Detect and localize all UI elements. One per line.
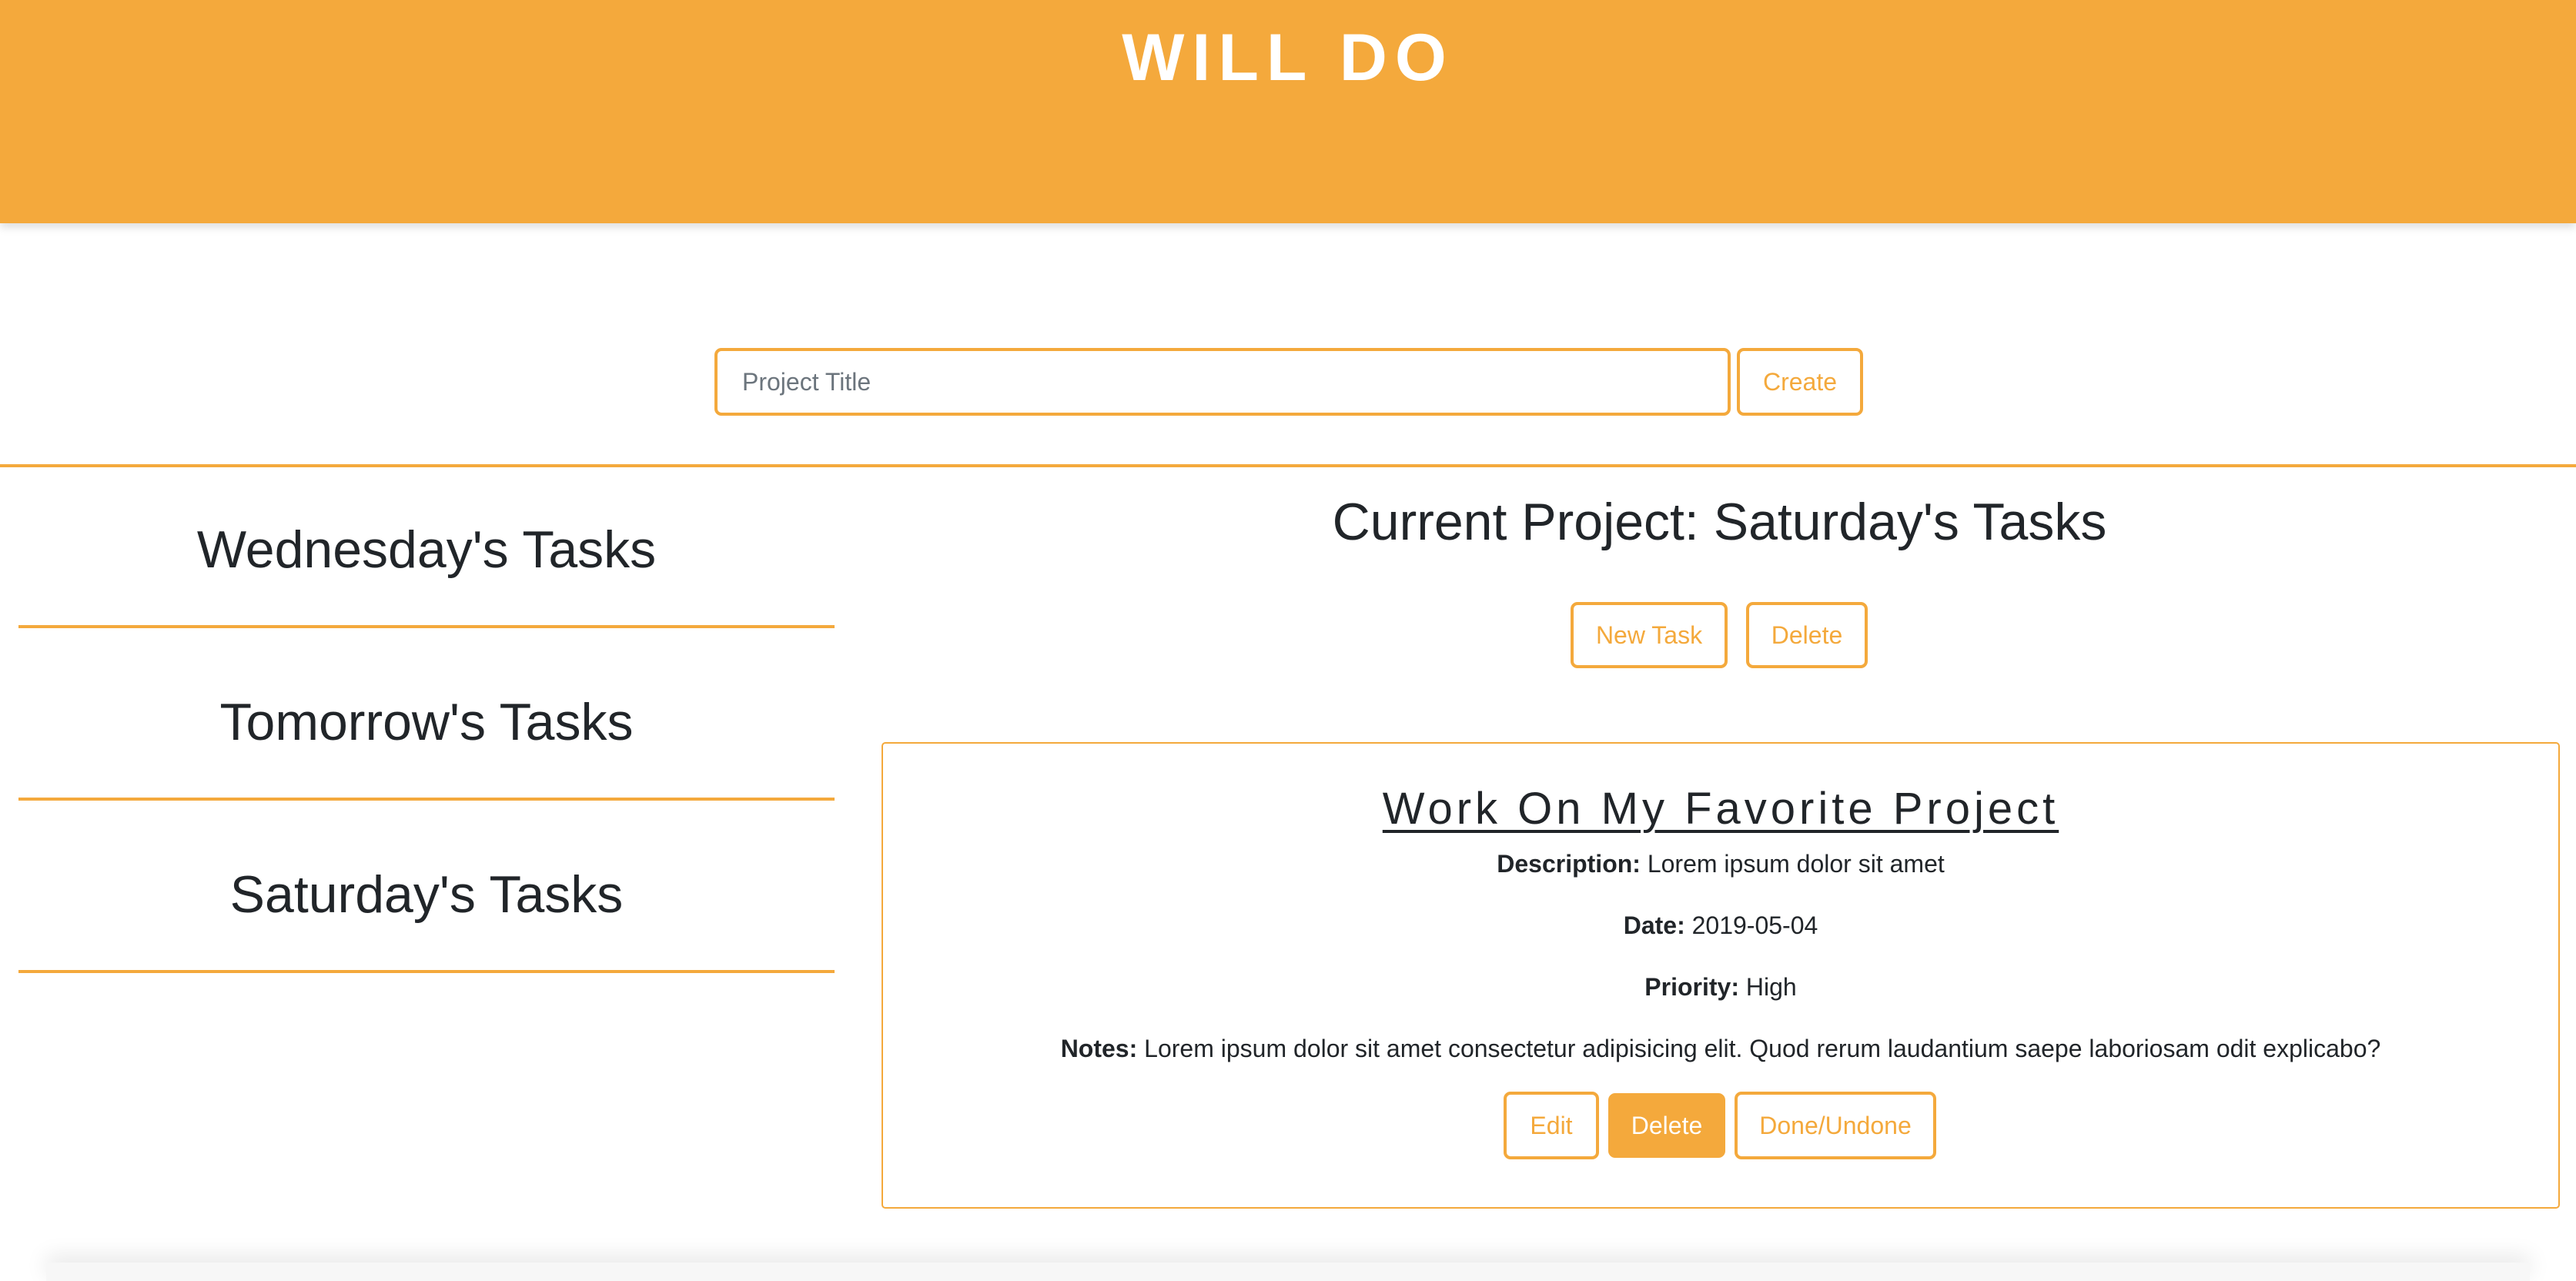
- current-project-prefix: Current Project:: [1332, 493, 1699, 551]
- task-title: Work On My Favorite Project: [1382, 784, 2059, 834]
- current-project-name: Saturday's Tasks: [1713, 493, 2107, 551]
- task-description: Description: Lorem ipsum dolor sit amet: [883, 848, 2558, 879]
- delete-task-button[interactable]: Delete: [1608, 1093, 1725, 1158]
- project-title-input[interactable]: [714, 348, 1731, 416]
- project-item-tomorrow[interactable]: Tomorrow's Tasks: [18, 628, 835, 801]
- delete-project-button[interactable]: Delete: [1746, 602, 1868, 668]
- task-date: Date: 2019-05-04: [883, 910, 2558, 941]
- project-item-wednesday[interactable]: Wednesday's Tasks: [18, 456, 835, 628]
- create-project-button[interactable]: Create: [1737, 348, 1863, 416]
- project-item-saturday[interactable]: Saturday's Tasks: [18, 801, 835, 973]
- task-priority-label: Priority:: [1644, 973, 1739, 1001]
- app-title: WILL DO: [1122, 21, 1454, 95]
- task-notes: Notes: Lorem ipsum dolor sit amet consec…: [883, 1033, 2558, 1064]
- project-item-label: Saturday's Tasks: [229, 865, 624, 924]
- new-task-button[interactable]: New Task: [1571, 602, 1728, 668]
- task-date-value: 2019-05-04: [1691, 911, 1818, 939]
- page-footer-shadow: [46, 1263, 2530, 1281]
- task-description-label: Description:: [1497, 850, 1641, 878]
- task-card: Work On My Favorite Project Description:…: [882, 742, 2560, 1209]
- task-priority: Priority: High: [883, 972, 2558, 1002]
- task-notes-label: Notes:: [1060, 1035, 1138, 1062]
- edit-task-button[interactable]: Edit: [1504, 1092, 1599, 1159]
- task-notes-value: Lorem ipsum dolor sit amet consectetur a…: [1144, 1035, 2381, 1062]
- task-date-label: Date:: [1623, 911, 1685, 939]
- current-project-heading: Current Project: Saturday's Tasks: [882, 490, 2557, 554]
- toggle-done-button[interactable]: Done/Undone: [1735, 1092, 1936, 1159]
- task-priority-value: High: [1745, 973, 1797, 1001]
- task-description-value: Lorem ipsum dolor sit amet: [1647, 850, 1945, 878]
- project-item-label: Tomorrow's Tasks: [219, 693, 634, 751]
- app-header: WILL DO: [0, 0, 2576, 223]
- project-item-label: Wednesday's Tasks: [196, 520, 657, 579]
